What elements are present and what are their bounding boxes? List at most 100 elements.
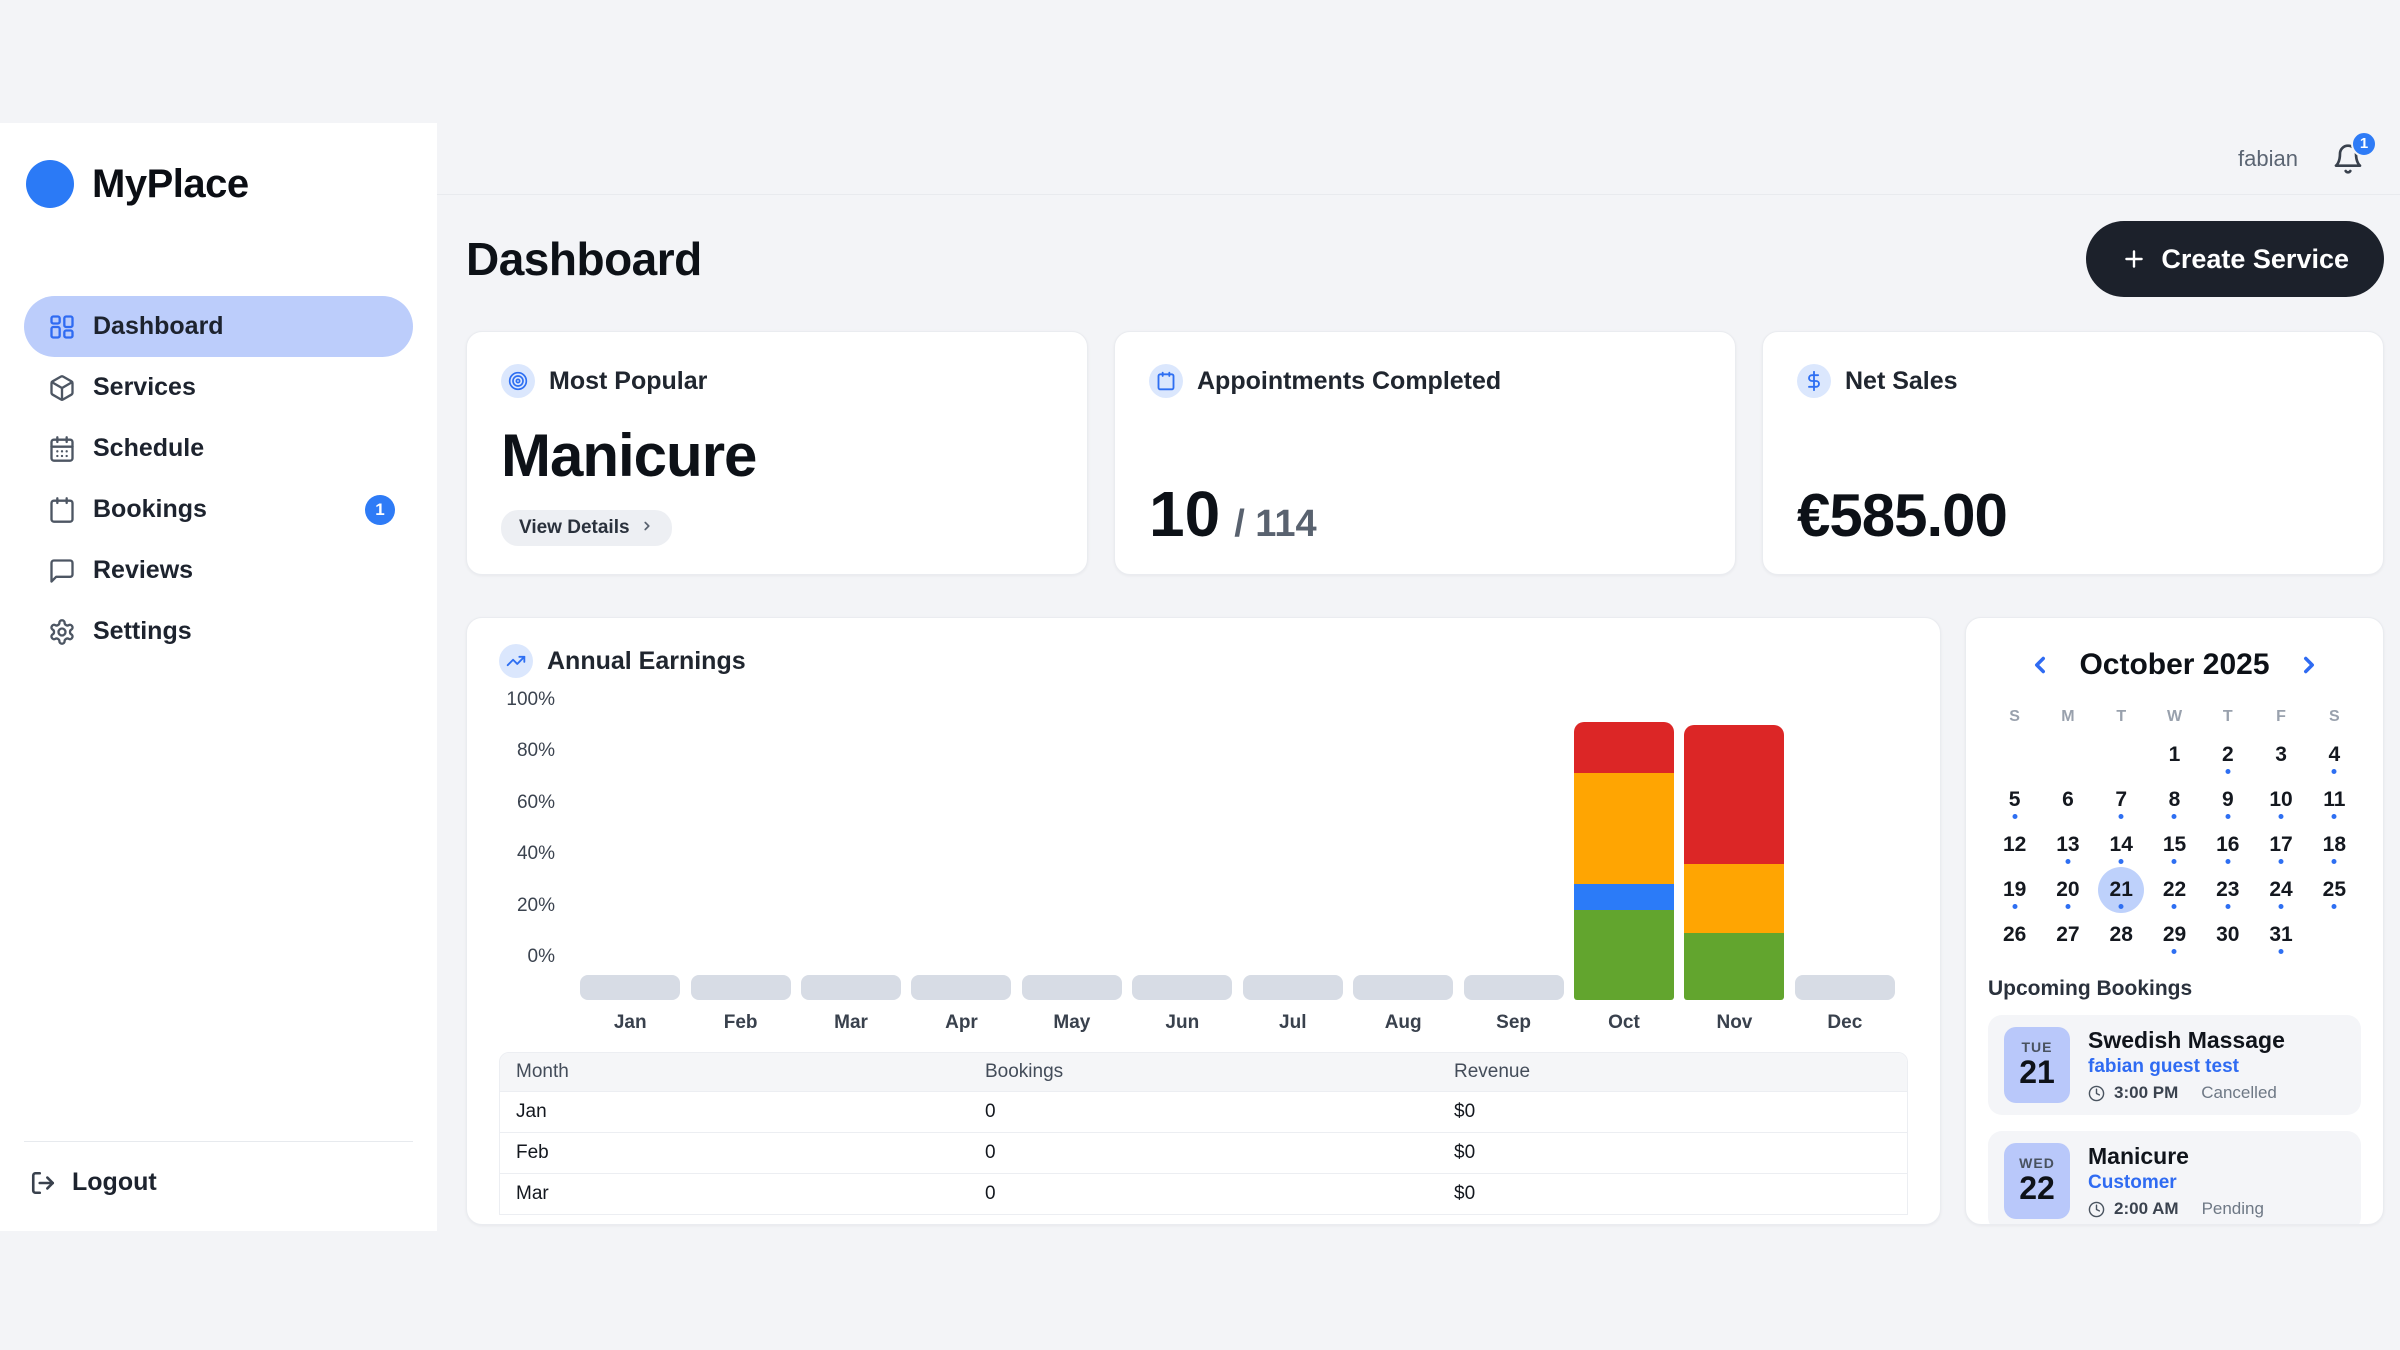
calendar-day[interactable]: 6 [2041,777,2094,822]
calendar-day[interactable]: 2 [2201,732,2254,777]
calendar-day[interactable]: 14 [2095,822,2148,867]
logout-label: Logout [72,1168,157,1197]
chart-month-label: May [1017,1012,1127,1034]
table-header-cell: Month [500,1053,969,1091]
calendar-day[interactable]: 7 [2095,777,2148,822]
calendar-day[interactable]: 12 [1988,822,2041,867]
sidebar-item-label: Bookings [93,495,207,524]
calendar-day[interactable]: 30 [2201,912,2254,957]
calendar-day[interactable]: 23 [2201,867,2254,912]
calendar-day[interactable]: 22 [2148,867,2201,912]
calendar-day[interactable]: 26 [1988,912,2041,957]
notifications-button[interactable]: 1 [2332,143,2364,175]
booking-dot [2332,859,2337,864]
booking-info: Manicure Customer 2:00 AM Pending [2088,1143,2264,1219]
view-details-label: View Details [519,517,630,539]
calendar-day[interactable]: 27 [2041,912,2094,957]
sidebar-item-settings[interactable]: Settings [24,601,413,662]
calendar-day[interactable]: 18 [2308,822,2361,867]
sidebar-item-label: Schedule [93,434,204,463]
sidebar-item-services[interactable]: Services [24,357,413,418]
calendar-day[interactable]: 10 [2254,777,2307,822]
booking-item[interactable]: WED 22 Manicure Customer 2:00 AM Pending [1988,1131,2361,1225]
chart-axis-label: 20% [499,895,555,917]
calendar-day-empty [1988,732,2041,777]
page-top-margin [0,0,2400,123]
booking-dot [2012,814,2017,819]
calendar-day[interactable]: 19 [1988,867,2041,912]
chart-month-label: Jan [575,1012,685,1034]
booking-dot [2225,769,2230,774]
calendar-day[interactable]: 25 [2308,867,2361,912]
chart-month-label: Jul [1238,1012,1348,1034]
weekday-label: T [2201,708,2254,726]
calendar-day[interactable]: 31 [2254,912,2307,957]
booking-day: 21 [2019,1055,2055,1090]
sidebar-item-label: Reviews [93,556,193,585]
table-header-row: MonthBookingsRevenue [500,1053,1907,1091]
net-sales-card: Net Sales €585.00 [1762,331,2384,575]
booking-time: 2:00 AM [2114,1199,2179,1219]
calendar-day[interactable]: 4 [2308,732,2361,777]
calendar-day[interactable]: 24 [2254,867,2307,912]
chart-month-label: Nov [1679,1012,1789,1034]
calendar-day-number: 19 [2003,878,2026,902]
view-details-button[interactable]: View Details [501,510,672,546]
calendar-day[interactable]: 9 [2201,777,2254,822]
calendar-day[interactable]: 15 [2148,822,2201,867]
calendar-day[interactable]: 28 [2095,912,2148,957]
calendar-day[interactable]: 13 [2041,822,2094,867]
calendar-day[interactable]: 16 [2201,822,2254,867]
calendar-day[interactable]: 1 [2148,732,2201,777]
content-header: Dashboard Create Service [466,221,2384,297]
stat-cards-row: Most Popular Manicure View Details [466,331,2384,575]
username[interactable]: fabian [2238,146,2298,172]
booking-customer-link[interactable]: fabian guest test [2088,1056,2285,1078]
topbar: fabian 1 [437,123,2400,195]
booking-dot [2279,814,2284,819]
booking-time: 3:00 PM [2114,1083,2178,1103]
plus-icon [2121,246,2147,272]
sidebar-item-schedule[interactable]: Schedule [24,418,413,479]
sidebar-item-reviews[interactable]: Reviews [24,540,413,601]
calendar-next-button[interactable] [2296,652,2322,678]
calendar-day-empty [2041,732,2094,777]
calendar-day[interactable]: 8 [2148,777,2201,822]
booking-customer-link[interactable]: Customer [2088,1172,2264,1194]
weekday-label: S [2308,708,2361,726]
create-service-button[interactable]: Create Service [2086,221,2384,297]
calendar-day-number: 28 [2110,923,2133,947]
calendar-day[interactable]: 17 [2254,822,2307,867]
calendar-day-number: 21 [2110,878,2133,902]
calendar-day[interactable]: 29 [2148,912,2201,957]
calendar-day[interactable]: 3 [2254,732,2307,777]
stacked-bar-nov [1684,725,1784,1000]
logo-text: MyPlace [92,162,249,207]
booking-dot [2172,814,2177,819]
calendar-day-number: 31 [2269,923,2292,947]
calendar-day[interactable]: 5 [1988,777,2041,822]
logo-mark-icon [26,160,74,208]
booking-meta: 3:00 PM Cancelled [2088,1083,2285,1103]
calendar-day[interactable]: 20 [2041,867,2094,912]
sidebar-item-dashboard[interactable]: Dashboard [24,296,413,357]
sidebar-item-bookings[interactable]: Bookings1 [24,479,413,540]
main-area: fabian 1 Dashboard Create Service [437,123,2400,1231]
sidebar-item-label: Dashboard [93,312,224,341]
table-cell: Jan [500,1091,969,1132]
clock-icon [2088,1201,2105,1218]
booking-date-box: TUE 21 [2004,1027,2070,1103]
booking-dot [2279,949,2284,954]
chart-axis-label: 40% [499,843,555,865]
logout-button[interactable]: Logout [30,1168,407,1197]
booking-dot [2065,904,2070,909]
earnings-table: MonthBookingsRevenue Jan0$0Feb0$0Mar0$0 [499,1052,1908,1215]
calendar-day[interactable]: 11 [2308,777,2361,822]
calendar-prev-button[interactable] [2027,652,2053,678]
gear-icon [48,618,76,646]
booking-dot [2332,769,2337,774]
calendar-day[interactable]: 21 [2095,867,2148,912]
weekday-label: W [2148,708,2201,726]
clock-icon [2088,1085,2105,1102]
booking-item[interactable]: TUE 21 Swedish Massage fabian guest test… [1988,1015,2361,1115]
